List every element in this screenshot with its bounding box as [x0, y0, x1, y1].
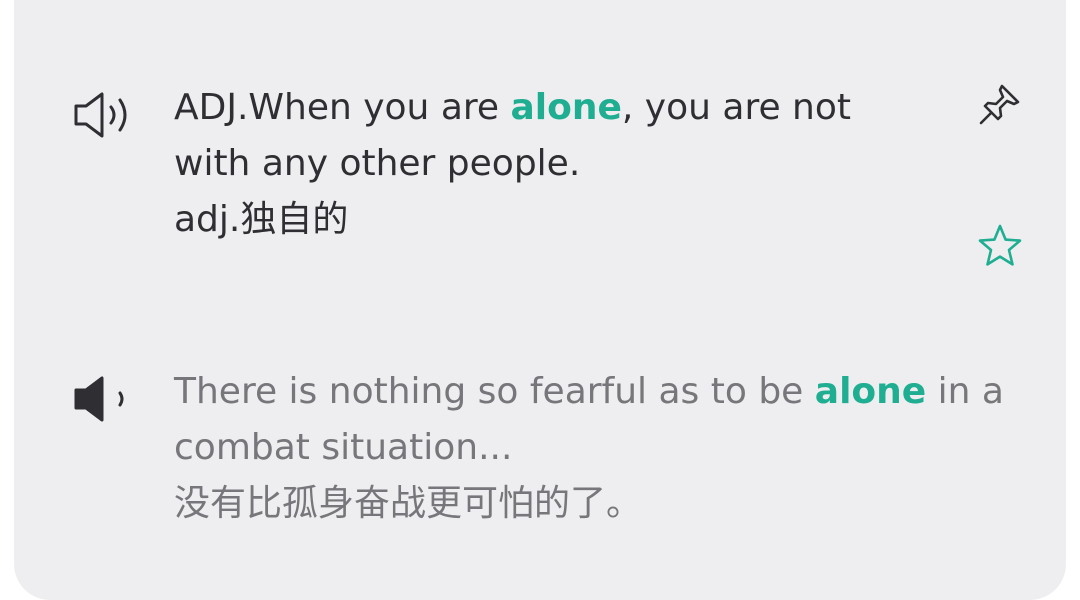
example-keyword: alone: [814, 371, 927, 412]
dictionary-card: ADJ.When you are alone, you are not with…: [14, 0, 1066, 600]
definition-prefix: ADJ.When you are: [174, 87, 511, 128]
speaker-filled-icon[interactable]: [72, 374, 142, 424]
example-text: There is nothing so fearful as to be alo…: [174, 364, 1024, 532]
definition-translation: adj.独自的: [174, 199, 349, 240]
example-line-2: combat situation...: [174, 427, 513, 468]
definition-line-2: with any other people.: [174, 143, 581, 184]
example-translation: 没有比孤身奋战更可怕的了。: [174, 483, 643, 524]
definition-keyword: alone: [510, 87, 622, 128]
example-line-1: There is nothing so fearful as to be alo…: [174, 364, 1024, 420]
speaker-outline-icon[interactable]: [72, 90, 142, 140]
example-suffix: in a: [926, 371, 1004, 412]
pin-icon[interactable]: [976, 80, 1024, 128]
screen: ADJ.When you are alone, you are not with…: [0, 0, 1080, 600]
definition-text: ADJ.When you are alone, you are not with…: [174, 80, 1024, 248]
star-outline-icon[interactable]: [976, 222, 1024, 270]
example-prefix: There is nothing so fearful as to be: [174, 371, 815, 412]
definition-line-1: ADJ.When you are alone, you are not: [174, 80, 1024, 136]
definition-suffix: , you are not: [621, 87, 852, 128]
